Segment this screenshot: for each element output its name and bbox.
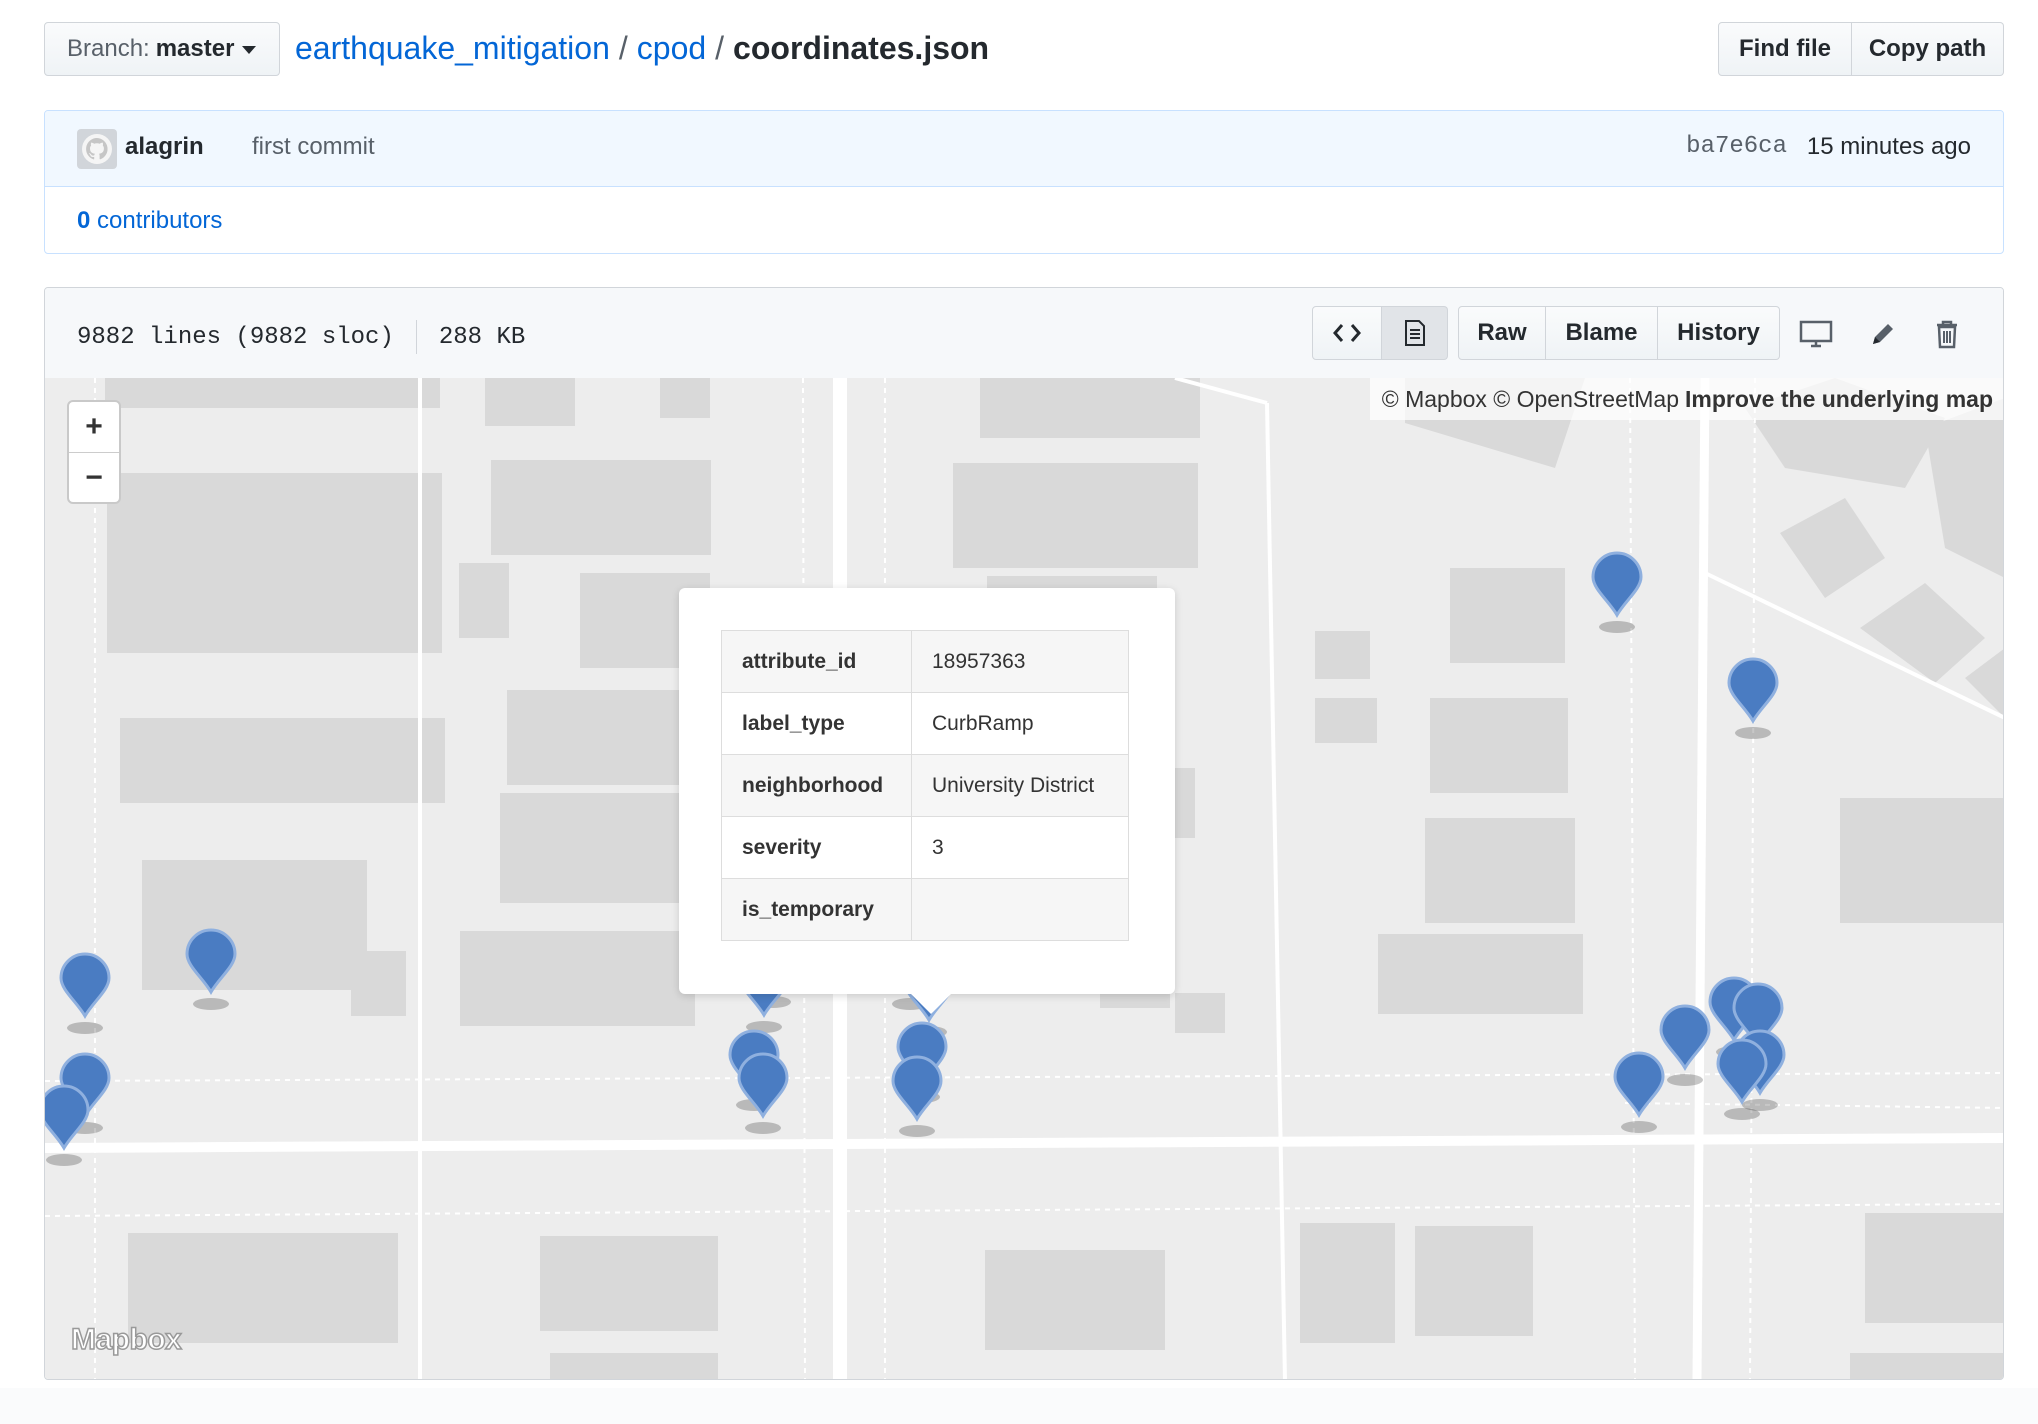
attr-value: 3 [911,816,1129,879]
map-marker-icon[interactable] [1591,551,1643,633]
table-row: attribute_id 18957363 [721,630,1129,693]
attr-value: 18957363 [911,630,1129,693]
blame-button[interactable]: Blame [1546,306,1658,360]
attr-value: University District [911,754,1129,817]
file-info: 9882 lines (9882 sloc) 288 KB [77,320,525,354]
desktop-icon[interactable] [1798,316,1834,352]
page-footer-strip [0,1388,2038,1424]
history-button[interactable]: History [1658,306,1780,360]
attr-key: is_temporary [721,878,912,941]
attribution-text[interactable]: © Mapbox © OpenStreetMap [1382,386,1679,413]
branch-name: master [155,35,235,62]
file-lines: 9882 lines (9882 sloc) [77,323,394,351]
file-actions: Find file Copy path [1718,22,2004,76]
zoom-out-button[interactable]: − [69,453,119,503]
table-row: is_temporary [721,878,1129,941]
commit-author[interactable]: alagrin [125,133,204,161]
map-marker-icon[interactable] [1727,657,1779,739]
breadcrumb-repo-link[interactable]: earthquake_mitigation [295,30,610,67]
zoom-control: + − [67,400,121,504]
octocat-icon [82,134,112,164]
contributors-label: contributors [97,207,223,234]
source-view-button[interactable] [1312,306,1382,360]
avatar[interactable] [77,129,117,169]
commit-message[interactable]: first commit [252,133,375,161]
trash-icon[interactable] [1929,316,1965,352]
table-row: label_type CurbRamp [721,692,1129,755]
file-viewer: 9882 lines (9882 sloc) 288 KB Raw Blame … [44,287,2004,1380]
map-view[interactable]: + − © Mapbox © OpenStreetMap Improve the… [45,378,2003,1379]
improve-map-link[interactable]: Improve the underlying map [1685,386,1993,413]
commit-time: 15 minutes ago [1806,133,1971,160]
zoom-in-button[interactable]: + [69,402,119,453]
map-marker-icon[interactable] [59,952,111,1034]
breadcrumb-file-name: coordinates.json [733,30,990,66]
attr-key: label_type [721,692,912,755]
branch-prefix: Branch: [67,35,150,62]
map-attribution: © Mapbox © OpenStreetMap Improve the und… [1369,378,2003,420]
view-toggle [1312,306,1448,360]
breadcrumb-separator: / [715,30,725,66]
contributors-count: 0 [77,207,91,234]
map-marker-icon[interactable] [891,1055,943,1137]
popup-table: attribute_id 18957363 label_type CurbRamp … [721,630,1129,941]
map-marker-icon[interactable] [185,928,237,1010]
caret-down-icon [242,46,257,54]
branch-selector[interactable]: Branch: master [44,22,280,76]
mapbox-logo[interactable]: Mapbox [70,1322,182,1357]
map-marker-icon[interactable] [737,1052,789,1134]
attr-value: CurbRamp [911,692,1129,755]
commit-summary: alagrin first commit ba7e6ca 15 minutes … [45,111,2003,187]
breadcrumb-separator: / [618,30,628,66]
attr-key: attribute_id [721,630,912,693]
table-row: neighborhood University District [721,754,1129,817]
commit-box: alagrin first commit ba7e6ca 15 minutes … [44,110,2004,254]
file-text-icon [1404,320,1425,346]
file-size: 288 KB [438,323,526,351]
commit-sha[interactable]: ba7e6ca [1686,133,1787,160]
raw-button[interactable]: Raw [1458,306,1546,360]
copy-path-button[interactable]: Copy path [1852,22,2004,76]
file-view-actions: Raw Blame History [1458,306,1780,360]
find-file-button[interactable]: Find file [1718,22,1852,76]
table-row: severity 3 [721,816,1129,879]
code-icon [1333,324,1361,342]
rendered-view-button[interactable] [1382,306,1448,360]
breadcrumb: earthquake_mitigation / cpod / coordinat… [295,30,989,67]
feature-popup: attribute_id 18957363 label_type CurbRamp … [679,588,1175,1014]
map-marker-icon[interactable] [1613,1051,1665,1133]
attr-key: neighborhood [721,754,912,817]
file-header: 9882 lines (9882 sloc) 288 KB Raw Blame … [45,288,2003,379]
attr-key: severity [721,816,912,879]
popup-tip [911,994,951,1014]
contributors-link[interactable]: 0 contributors [77,207,222,235]
breadcrumb-folder-link[interactable]: cpod [637,30,706,67]
map-marker-icon[interactable] [45,1084,90,1166]
pencil-icon[interactable] [1865,316,1901,352]
attr-value [911,878,1129,941]
divider [415,320,417,354]
